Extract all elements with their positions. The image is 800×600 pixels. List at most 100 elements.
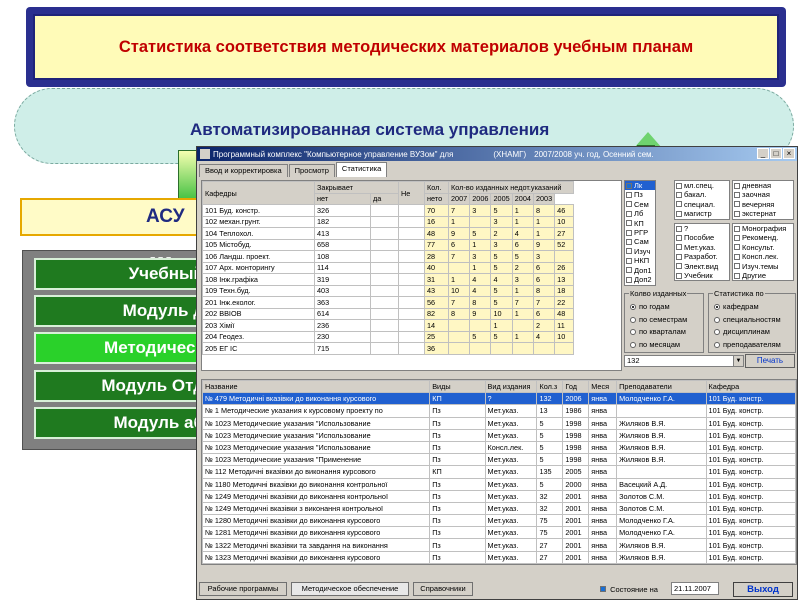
stats-row[interactable]: 104 Теплохол. 413 48 9 5 2 4 1 27	[202, 227, 575, 240]
page-combo[interactable]: 132 ▼	[624, 355, 744, 367]
maximize-icon[interactable]: □	[770, 148, 782, 159]
checkbox[interactable]	[626, 276, 632, 283]
docs-row[interactable]: № 1 Методические указания к курсовому пр…	[202, 404, 796, 418]
count-option[interactable]: по семестрам	[630, 315, 687, 324]
checkbox[interactable]	[626, 220, 632, 227]
kind2-item[interactable]: Изуч.темы	[733, 262, 793, 271]
docs-row[interactable]: № 1281 Методичні вказівки до виконання к…	[202, 526, 796, 540]
stats-row[interactable]: 106 Ландш. проект. 108 28 7 3 5 5 3	[202, 250, 575, 263]
radio-button[interactable]	[714, 316, 720, 323]
stats-row[interactable]: 107 Арх. монторингу 114 40 1 5 2 6 26	[202, 261, 575, 274]
form-item[interactable]: экстернат	[733, 209, 793, 218]
radio-button[interactable]	[630, 341, 636, 348]
checkbox[interactable]	[734, 263, 740, 270]
docs-row[interactable]: № 479 Методичні вказівки до виконання ку…	[202, 392, 796, 406]
stats-row[interactable]: 201 Інж.еколог. 363 56 7 8 5 7 7 22	[202, 296, 575, 309]
stats-row[interactable]: 105 Містобуд. 658 77 6 1 3 6 9 52	[202, 238, 575, 251]
docs-header-cell[interactable]: Кафедра	[705, 380, 796, 394]
docs-row[interactable]: № 1323 Методичні вказівки до виконання к…	[202, 550, 796, 564]
stats-row[interactable]: 205 ЕГ ІС 715 36	[202, 342, 575, 355]
stats-row[interactable]: 203 Хімії 236 14 1 2 11	[202, 319, 575, 332]
level-item[interactable]: специал.	[675, 200, 729, 209]
checkbox[interactable]	[676, 235, 682, 242]
type-item[interactable]: РГР	[625, 228, 655, 237]
stat-option[interactable]: специальностям	[714, 315, 781, 324]
checkbox[interactable]	[734, 244, 740, 251]
stats-row[interactable]: 204 Геодез. 230 25 5 5 1 4 10	[202, 330, 575, 343]
checkbox[interactable]	[626, 192, 632, 199]
type-item[interactable]: Пз	[625, 190, 655, 199]
tab-item[interactable]: Статистика	[335, 162, 388, 177]
module-button[interactable]: Методическ	[34, 332, 214, 364]
checkbox[interactable]	[626, 257, 632, 264]
status-checkbox-wrap[interactable]: Состояние на	[599, 585, 658, 594]
radio-button[interactable]	[630, 329, 636, 336]
stats-row[interactable]: 101 Буд. констр. 326 70 7 3 5 1 8 46	[202, 204, 575, 217]
docs-row[interactable]: № 112 Методичні вказівки до виконання ку…	[202, 465, 796, 479]
docs-row[interactable]: № 1249 Методичні вказівки з виконання ко…	[202, 501, 796, 516]
kind-item[interactable]: Разработ.	[675, 252, 729, 261]
stats-row[interactable]: 109 Техн.буд. 403 43 10 4 5 1 8 18	[202, 284, 575, 297]
kind2-item[interactable]: Консп.лек.	[733, 252, 793, 261]
kind-item[interactable]: Пособие	[675, 233, 729, 242]
kind-item[interactable]: Учебник	[675, 271, 729, 280]
docs-header-cell[interactable]: Вид издания	[484, 380, 538, 394]
docs-row[interactable]: № 1322 Методичні вказівки та завдання на…	[202, 538, 796, 552]
radio-button[interactable]	[714, 329, 720, 336]
checkbox[interactable]	[626, 267, 632, 274]
checkbox[interactable]	[734, 253, 740, 260]
module-button[interactable]: Модуль д	[34, 295, 214, 327]
checkbox[interactable]	[676, 201, 682, 208]
exit-button[interactable]: Выход	[733, 582, 793, 597]
type-item[interactable]: НКП	[625, 256, 655, 265]
checkbox[interactable]	[676, 210, 682, 217]
stats-row[interactable]: 202 ВВІОВ 614 82 8 9 10 1 6 48	[202, 307, 575, 320]
type-item[interactable]: Сем	[625, 200, 655, 209]
docs-header-cell[interactable]: Виды	[429, 380, 486, 394]
print-button[interactable]: Печать	[745, 354, 795, 368]
bottom-nav-button[interactable]: Методическое обеспечение	[291, 582, 409, 596]
status-date-field[interactable]: 21.11.2007	[671, 582, 719, 595]
stats-row[interactable]: 102 механ.грунт. 182 16 1 3 1 1 10	[202, 215, 575, 228]
radio-button[interactable]	[714, 341, 720, 348]
radio-button[interactable]	[714, 304, 720, 311]
stat-option[interactable]: дисциплинам	[714, 327, 770, 336]
kind-item[interactable]: ?	[675, 224, 729, 233]
bottom-nav-button[interactable]: Справочники	[413, 582, 473, 596]
docs-row[interactable]: № 1249 Методичні вказівки до виконання к…	[202, 489, 796, 503]
tab-item[interactable]: Просмотр	[288, 164, 335, 177]
chevron-down-icon[interactable]: ▼	[733, 356, 743, 366]
type-item[interactable]: Лк	[625, 181, 655, 191]
bottom-nav-button[interactable]: Рабочие программы	[199, 582, 287, 596]
module-button[interactable]: Модуль Отд	[34, 370, 214, 402]
docs-header-cell[interactable]: Кол.з	[536, 380, 564, 394]
module-button[interactable]: Учебный	[34, 258, 214, 290]
docs-header-cell[interactable]: Год	[562, 380, 590, 394]
checkbox[interactable]	[626, 239, 632, 246]
checkbox[interactable]	[626, 229, 632, 236]
stats-row[interactable]: 108 Інж.графіка 319 31 1 4 4 3 6 13	[202, 273, 575, 286]
stat-option[interactable]: преподавателям	[714, 340, 781, 349]
form-item[interactable]: заочная	[733, 190, 793, 199]
checkbox[interactable]	[734, 210, 740, 217]
level-item[interactable]: мл.спец.	[675, 181, 729, 190]
radio-button[interactable]	[630, 316, 636, 323]
close-icon[interactable]: ×	[783, 148, 795, 159]
form-item[interactable]: вечерняя	[733, 200, 793, 209]
type-item[interactable]: Доп2	[625, 275, 655, 284]
checkbox[interactable]	[676, 253, 682, 260]
type-item[interactable]: Доп1	[625, 266, 655, 275]
checkbox[interactable]	[676, 272, 682, 279]
docs-row[interactable]: № 1023 Методические указания "Использова…	[202, 428, 796, 442]
checkbox[interactable]	[626, 182, 632, 189]
checkbox[interactable]	[734, 201, 740, 208]
checkbox[interactable]	[676, 192, 682, 199]
level-item[interactable]: магистр	[675, 209, 729, 218]
checkbox[interactable]	[626, 248, 632, 255]
kind2-item[interactable]: Другие	[733, 271, 793, 280]
module-button[interactable]: Модуль аб	[34, 407, 214, 439]
checkbox[interactable]	[734, 235, 740, 242]
kind-item[interactable]: Элект.вид	[675, 262, 729, 271]
count-option[interactable]: по годам	[630, 302, 670, 311]
docs-header-cell[interactable]: Преподаватели	[616, 380, 707, 394]
